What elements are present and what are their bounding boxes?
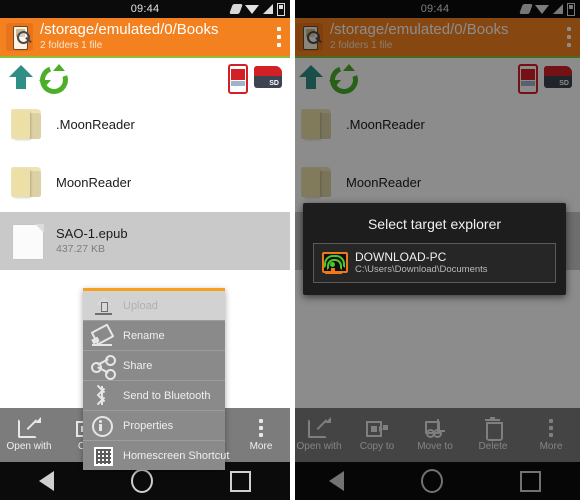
dialog-entry-name: DOWNLOAD-PC xyxy=(355,250,447,264)
wifi-icon xyxy=(245,4,259,14)
page-title: /storage/emulated/0/Books xyxy=(40,21,219,38)
pc-wifi-icon xyxy=(321,252,348,274)
battery-icon xyxy=(277,2,285,16)
document-icon xyxy=(12,224,44,260)
info-icon xyxy=(89,415,119,437)
grid-icon xyxy=(89,445,119,467)
menu-item-label: Rename xyxy=(123,329,165,342)
upload-icon xyxy=(89,295,119,317)
left-phone-screen: 09:44 /storage/emulated/0/Books 2 folder… xyxy=(0,0,290,500)
list-item-selected[interactable]: SAO-1.epub 437.27 KB xyxy=(0,212,290,270)
status-bar-icons xyxy=(229,0,285,18)
context-menu: Upload Rename Share Send to Bluetooth Pr… xyxy=(83,288,229,470)
up-icon[interactable] xyxy=(8,64,34,90)
sd-card-label: SD xyxy=(269,80,279,87)
app-bar: /storage/emulated/0/Books 2 folders 1 fi… xyxy=(0,18,290,58)
file-name: .MoonReader xyxy=(56,117,135,132)
back-triangle-icon[interactable] xyxy=(24,471,54,491)
folder-summary: 2 folders 1 file xyxy=(40,40,103,51)
menu-item-homescreen-shortcut[interactable]: Homescreen Shortcut xyxy=(83,441,229,470)
dialog-title: Select target explorer xyxy=(367,216,502,232)
list-item[interactable]: .MoonReader xyxy=(0,96,290,154)
dialog-entry-path: C:\Users\Download\Documents xyxy=(355,264,488,275)
menu-item-label: Send to Bluetooth xyxy=(123,389,211,402)
pencil-icon xyxy=(89,322,119,347)
sd-card-icon[interactable]: SD xyxy=(254,66,282,88)
recents-square-icon[interactable] xyxy=(230,470,252,492)
menu-item-label: Properties xyxy=(123,419,174,432)
menu-item-label: Upload xyxy=(123,299,158,312)
file-name: SAO-1.epub xyxy=(56,226,128,241)
vibrate-icon xyxy=(229,4,243,14)
file-name: MoonReader xyxy=(56,175,132,190)
action-more[interactable]: More xyxy=(232,408,290,462)
file-list: .MoonReader MoonReader SAO-1.epub 437.27… xyxy=(0,96,290,270)
status-bar: 09:44 xyxy=(0,0,290,18)
menu-item-rename[interactable]: Rename xyxy=(83,321,225,351)
action-label: More xyxy=(249,441,273,452)
select-target-explorer-dialog: Select target explorer DOWNLOAD-PC C:\Us… xyxy=(303,203,566,295)
phone-storage-icon[interactable] xyxy=(228,64,248,94)
app-bar-titles: /storage/emulated/0/Books 2 folders 1 fi… xyxy=(40,20,260,52)
action-label: Open with xyxy=(6,441,52,452)
refresh-icon[interactable] xyxy=(35,61,73,99)
menu-item-label: Share xyxy=(123,359,153,372)
menu-item-properties[interactable]: Properties xyxy=(83,411,225,441)
bluetooth-icon xyxy=(89,384,119,407)
list-item[interactable]: MoonReader xyxy=(0,154,290,212)
file-explorer-icon xyxy=(6,23,33,51)
home-circle-icon[interactable] xyxy=(130,469,153,493)
screenshot-stage: 09:44 /storage/emulated/0/Books 2 folder… xyxy=(0,0,580,500)
menu-item-label: Homescreen Shortcut xyxy=(123,449,230,462)
menu-item-share[interactable]: Share xyxy=(83,351,225,381)
more-icon xyxy=(250,418,272,438)
share-icon xyxy=(89,354,119,380)
folder-icon xyxy=(11,107,45,141)
file-size: 437.27 KB xyxy=(56,243,106,255)
menu-item-send-to-bluetooth[interactable]: Send to Bluetooth xyxy=(83,381,225,411)
overflow-menu-icon[interactable] xyxy=(277,27,281,47)
signal-icon xyxy=(263,4,273,14)
right-phone-screen: 09:44 /storage/emulated/0/Books 2 folder… xyxy=(290,0,580,500)
folder-icon xyxy=(11,165,45,199)
menu-item-upload[interactable]: Upload xyxy=(83,291,225,321)
dialog-entry-download-pc[interactable]: DOWNLOAD-PC C:\Users\Download\Documents xyxy=(313,243,556,283)
action-open-with[interactable]: Open with xyxy=(0,408,58,462)
tool-row: SD xyxy=(0,58,290,99)
open-with-icon xyxy=(18,417,41,438)
